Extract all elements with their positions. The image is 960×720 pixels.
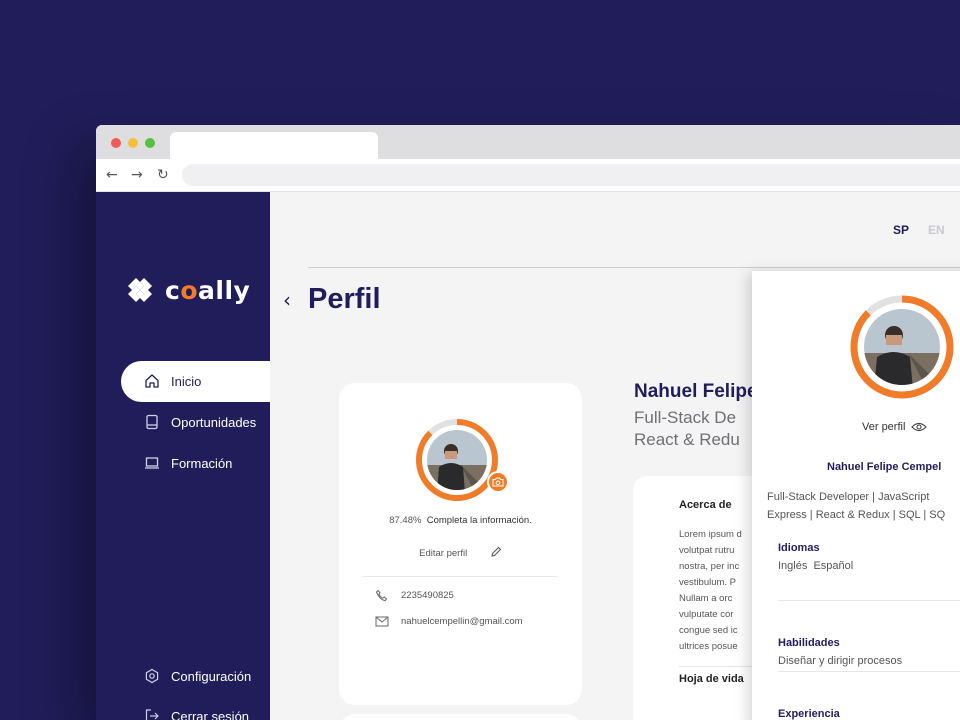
email-address: nahuelcempellin@gmail.com xyxy=(401,616,523,627)
camera-icon[interactable] xyxy=(487,471,509,493)
mail-icon xyxy=(375,616,389,627)
phone-number: 2235490825 xyxy=(401,590,454,601)
completion-percentage: 87.48% xyxy=(389,515,422,526)
preview-avatar-ring xyxy=(850,295,954,399)
profile-preview-panel: Ver perfil Nahuel Felipe Cempel Full-Sta… xyxy=(752,271,960,720)
sidebar-item-configuracion[interactable]: Configuración xyxy=(144,668,251,684)
header-divider xyxy=(308,267,960,268)
back-chevron-icon[interactable]: ‹ xyxy=(283,288,291,312)
about-text-line: ultrices posue xyxy=(679,641,738,652)
eye-icon[interactable] xyxy=(911,422,928,432)
profile-headline-line2: React & Redu xyxy=(634,430,740,449)
about-text-line: volutpat rutru xyxy=(679,545,735,556)
about-text-line: vulputate cor xyxy=(679,609,734,620)
phone-icon xyxy=(375,589,389,602)
about-text-line: vestibulum. P xyxy=(679,577,737,588)
panel-divider xyxy=(778,600,960,601)
gear-icon xyxy=(144,668,160,684)
logout-icon xyxy=(144,708,160,720)
coally-logo-icon xyxy=(128,278,152,302)
sidebar-item-label: Formación xyxy=(171,455,233,471)
card-divider xyxy=(363,576,557,577)
about-title: Acerca de xyxy=(679,499,732,511)
laptop-icon xyxy=(144,455,160,471)
view-profile-label[interactable]: Ver perfil xyxy=(862,421,905,433)
forward-arrow-icon[interactable]: → xyxy=(131,167,143,183)
sidebar-item-oportunidades[interactable]: Oportunidades xyxy=(144,414,256,430)
preview-headline-line1: Full-Stack Developer | JavaScript xyxy=(767,491,930,503)
panel-divider xyxy=(778,671,960,672)
cv-title: Hoja de vida xyxy=(679,673,744,685)
about-text-line: nostra, per inc xyxy=(679,561,740,572)
sidebar: coally Inicio Oportunidades Formación Co… xyxy=(96,192,281,720)
skills-title: Habilidades xyxy=(778,637,840,649)
sidebar-item-cerrar-sesion[interactable]: Cerrar sesión xyxy=(144,708,249,720)
maximize-window-button[interactable] xyxy=(145,138,155,148)
address-bar: ← → ↻ xyxy=(96,159,960,192)
sidebar-item-label: Cerrar sesión xyxy=(171,708,250,720)
url-field[interactable] xyxy=(182,164,960,186)
email-row: nahuelcempellin@gmail.com xyxy=(375,616,523,627)
minimize-window-button[interactable] xyxy=(128,138,138,148)
languages-value: Inglés Español xyxy=(778,560,854,572)
about-text-line: Lorem ipsum d xyxy=(679,529,742,540)
edit-profile-row[interactable]: Editar perfil xyxy=(339,546,582,561)
sidebar-item-formacion[interactable]: Formación xyxy=(144,455,232,471)
browser-window: ← → ↻ coally Inicio Oportunidades Formac… xyxy=(96,125,960,720)
close-window-button[interactable] xyxy=(111,138,121,148)
skills-value: Diseñar y dirigir procesos xyxy=(778,655,903,667)
preview-headline-line2: Express | React & Redux | SQL | SQ xyxy=(767,509,946,521)
home-icon xyxy=(144,373,160,389)
pencil-icon[interactable] xyxy=(490,546,502,561)
completion-text: Completa la información. xyxy=(426,515,532,526)
profile-card: 87.48% Completa la información. Editar p… xyxy=(339,383,582,705)
coally-wordmark: coally xyxy=(165,275,251,305)
phone-row: 2235490825 xyxy=(375,589,454,602)
lang-en-button[interactable]: EN xyxy=(928,223,945,237)
about-text-line: congue sed ic xyxy=(679,625,738,636)
browser-tab[interactable] xyxy=(170,132,378,159)
coally-logo[interactable]: coally xyxy=(122,272,250,308)
avatar xyxy=(427,430,487,490)
sidebar-item-label: Oportunidades xyxy=(171,414,257,430)
preview-name: Nahuel Felipe Cempel xyxy=(827,461,942,473)
page-title: Perfil xyxy=(308,283,381,315)
preview-avatar xyxy=(864,309,940,385)
languages-title: Idiomas xyxy=(778,542,820,554)
back-arrow-icon[interactable]: ← xyxy=(106,167,118,183)
sidebar-item-label: Inicio xyxy=(171,373,202,389)
tablet-icon xyxy=(144,414,160,430)
reload-icon[interactable]: ↻ xyxy=(157,167,169,183)
secondary-card xyxy=(339,714,582,720)
profile-headline-line1: Full-Stack De xyxy=(634,408,737,427)
tab-bar xyxy=(96,125,960,159)
sidebar-item-label: Configuración xyxy=(171,668,252,684)
edit-profile-label[interactable]: Editar perfil xyxy=(419,548,467,559)
about-text-line: Nullam a orc xyxy=(679,593,733,604)
completion-status: 87.48% Completa la información. xyxy=(339,515,582,526)
view-profile-link[interactable]: Ver perfil xyxy=(862,421,928,433)
profile-name: Nahuel Felipe xyxy=(634,381,758,402)
lang-sp-button[interactable]: SP xyxy=(893,223,909,237)
experience-title: Experiencia xyxy=(778,708,840,720)
sidebar-item-inicio[interactable]: Inicio xyxy=(144,373,201,389)
